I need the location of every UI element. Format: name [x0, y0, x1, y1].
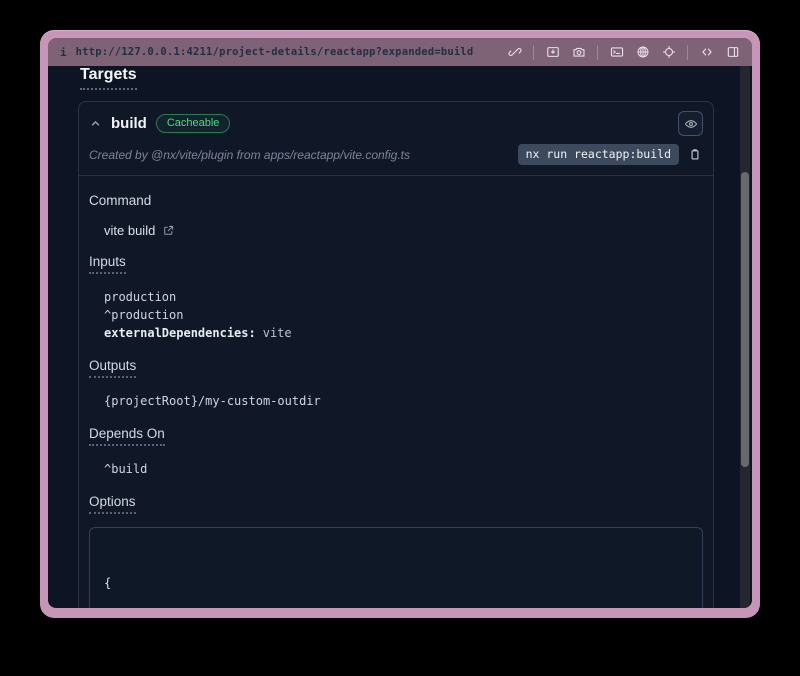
options-section: Options { "cwd": "apps/reactapp" }: [89, 493, 703, 608]
browser-window: i http://127.0.0.1:4211/project-details/…: [40, 30, 760, 618]
outputs-label[interactable]: Outputs: [89, 358, 136, 378]
outputs-list: {projectRoot}/my-custom-outdir: [104, 392, 703, 410]
build-header[interactable]: build Cacheable: [79, 102, 713, 140]
target-icon[interactable]: [661, 45, 676, 60]
globe-icon[interactable]: [635, 45, 650, 60]
info-icon: i: [60, 46, 67, 59]
depends-on-list: ^build: [104, 460, 703, 478]
depends-on-item: ^build: [104, 460, 703, 478]
depends-on-label[interactable]: Depends On: [89, 426, 165, 446]
chevron-up-icon[interactable]: [89, 117, 102, 130]
build-details: Command vite build Inputs: [79, 176, 713, 608]
code-line: {: [104, 575, 688, 592]
scrollbar[interactable]: [740, 66, 750, 608]
scrollbar-thumb[interactable]: [741, 172, 749, 467]
terminal-icon[interactable]: [609, 45, 624, 60]
run-command-chip: nx run reactapp:build: [518, 144, 679, 165]
input-item: ^production: [104, 306, 703, 324]
project-details-page: Targets build Cacheable: [48, 66, 752, 608]
input-item: externalDependencies: vite: [104, 324, 703, 342]
inputs-section: Inputs production ^production externalDe…: [89, 253, 703, 342]
frame-download-icon[interactable]: [545, 45, 560, 60]
copy-icon[interactable]: [688, 147, 703, 162]
target-name: build: [111, 115, 147, 132]
cacheable-badge: Cacheable: [156, 114, 231, 133]
address-bar[interactable]: http://127.0.0.1:4211/project-details/re…: [76, 46, 474, 58]
inputs-list: production ^production externalDependenc…: [104, 288, 703, 342]
command-label: Command: [89, 193, 151, 208]
created-by-row: Created by @nx/vite/plugin from apps/rea…: [79, 140, 713, 176]
input-item: production: [104, 288, 703, 306]
target-card-build: build Cacheable Created by @nx/vite/plug…: [78, 101, 714, 608]
toolbar-actions: [507, 45, 740, 60]
depends-on-section: Depends On ^build: [89, 425, 703, 478]
code-icon[interactable]: [699, 45, 714, 60]
camera-icon[interactable]: [571, 45, 586, 60]
targets-heading[interactable]: Targets: [80, 66, 137, 90]
toolbar-divider: [533, 45, 534, 60]
input-value: vite: [263, 326, 292, 340]
outputs-section: Outputs {projectRoot}/my-custom-outdir: [89, 357, 703, 410]
link-icon[interactable]: [507, 45, 522, 60]
input-key: externalDependencies:: [104, 326, 256, 340]
command-value: vite build: [104, 223, 703, 238]
columns-icon[interactable]: [725, 45, 740, 60]
created-by-text: Created by @nx/vite/plugin from apps/rea…: [89, 148, 410, 162]
view-eye-button[interactable]: [678, 111, 703, 136]
options-code-block: { "cwd": "apps/reactapp" }: [89, 527, 703, 608]
toolbar-divider: [687, 45, 688, 60]
command-text: vite build: [104, 223, 155, 238]
toolbar-divider: [597, 45, 598, 60]
browser-toolbar: i http://127.0.0.1:4211/project-details/…: [48, 38, 752, 66]
inputs-label[interactable]: Inputs: [89, 254, 126, 274]
options-label[interactable]: Options: [89, 494, 136, 514]
external-link-icon[interactable]: [162, 224, 176, 238]
command-section: Command vite build: [89, 192, 703, 238]
output-item: {projectRoot}/my-custom-outdir: [104, 392, 703, 410]
